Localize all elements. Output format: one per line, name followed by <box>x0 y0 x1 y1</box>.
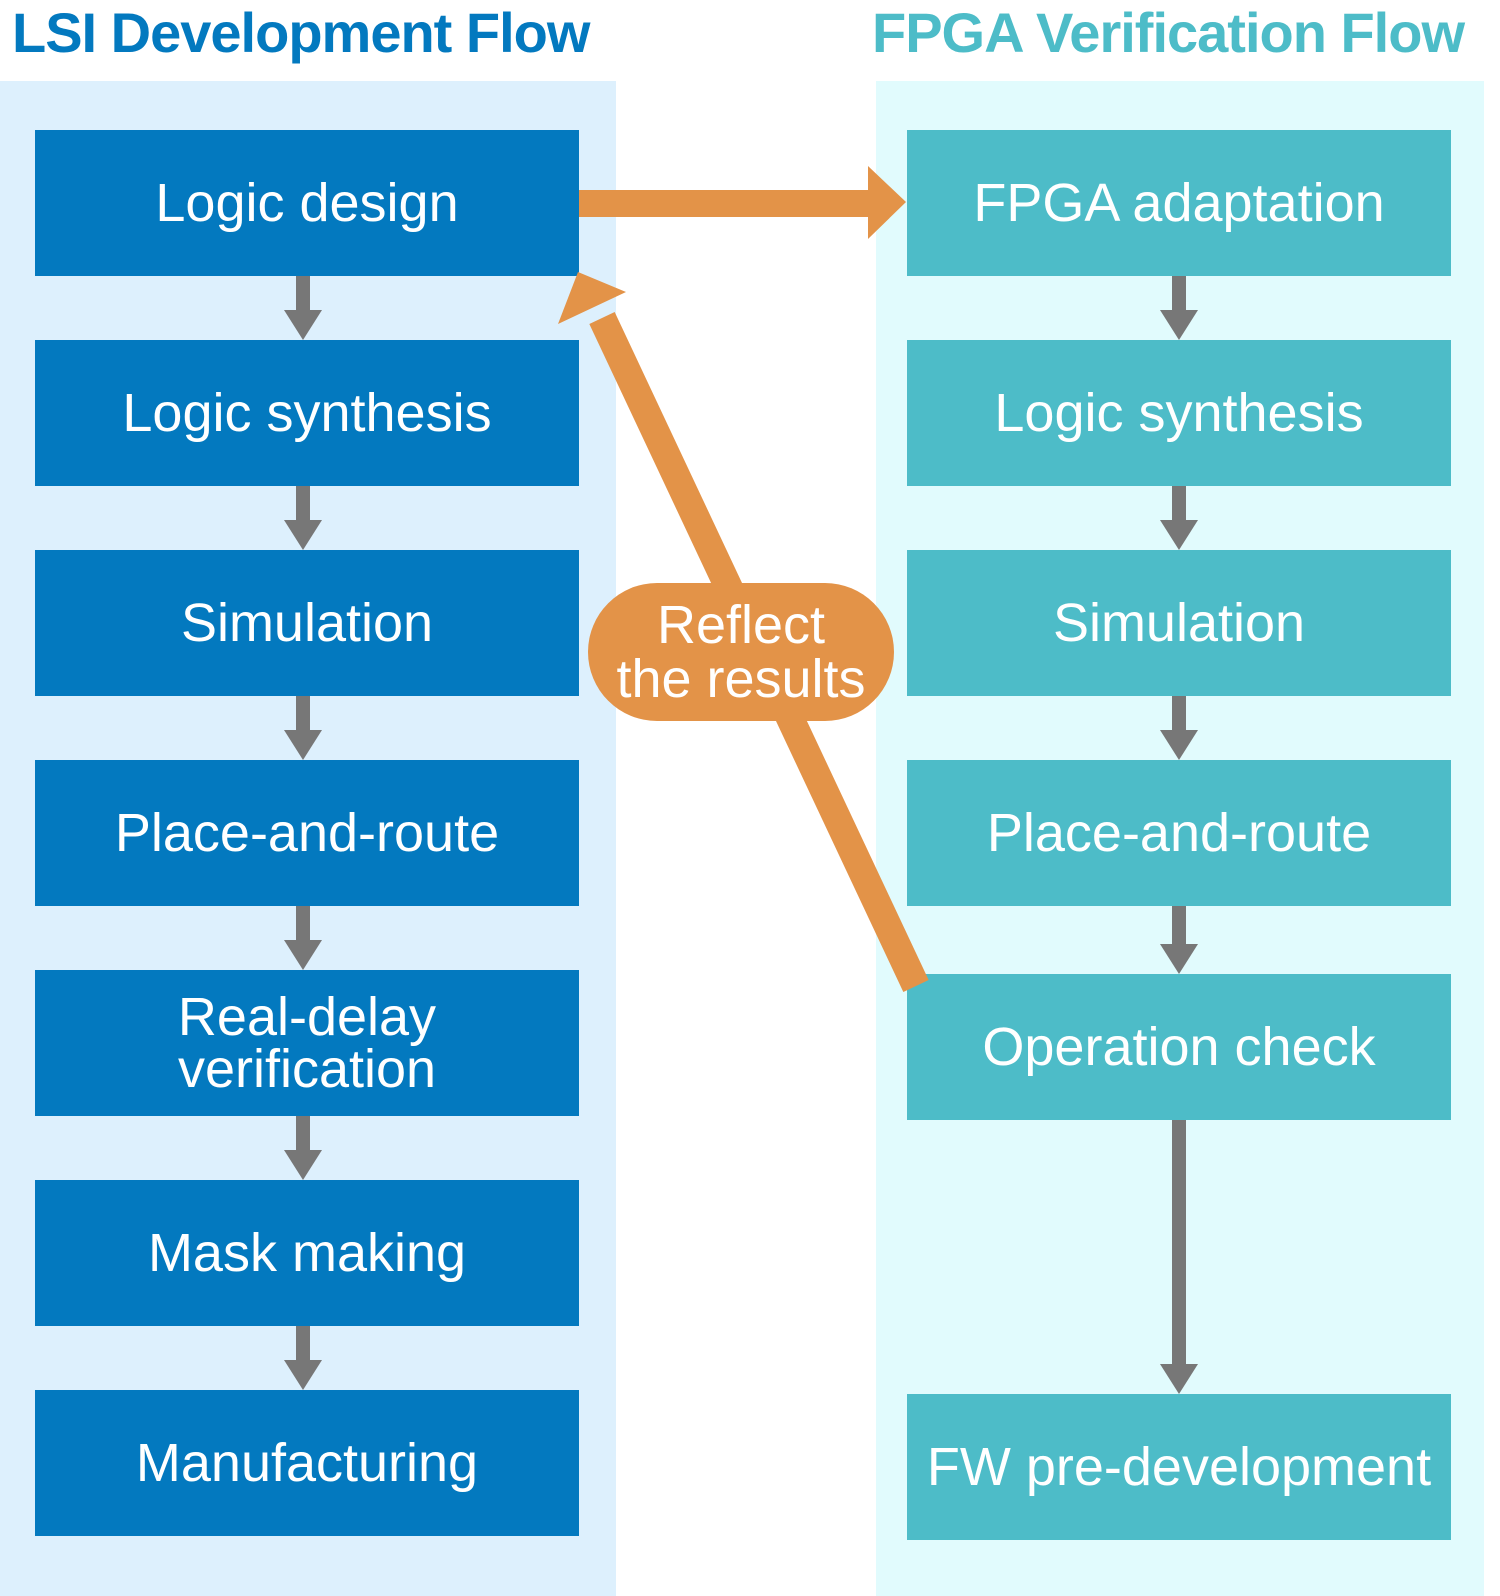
lsi-step-logic-synthesis: Logic synthesis <box>35 340 579 486</box>
right-arrow-icon <box>579 166 906 239</box>
fpga-step-simulation: Simulation <box>907 550 1451 696</box>
fpga-step-fw-pre-development: FW pre-development <box>907 1394 1451 1540</box>
fpga-step-logic-synthesis: Logic synthesis <box>907 340 1451 486</box>
lsi-step-manufacturing: Manufacturing <box>35 1390 579 1536</box>
fpga-step-fpga-adaptation: FPGA adaptation <box>907 130 1451 276</box>
fpga-step-operation-check: Operation check <box>907 974 1451 1120</box>
lsi-step-simulation: Simulation <box>35 550 579 696</box>
lsi-flow-title: LSI Development Flow <box>12 1 590 64</box>
lsi-step-logic-design: Logic design <box>35 130 579 276</box>
fpga-flow-title: FPGA Verification Flow <box>872 1 1465 64</box>
fpga-step-place-and-route: Place-and-route <box>907 760 1451 906</box>
lsi-step-mask-making: Mask making <box>35 1180 579 1326</box>
lsi-step-place-and-route: Place-and-route <box>35 760 579 906</box>
lsi-step-real-delay-verification: Real-delay verification <box>35 970 579 1116</box>
reflect-results-label: Reflect the results <box>588 583 894 721</box>
